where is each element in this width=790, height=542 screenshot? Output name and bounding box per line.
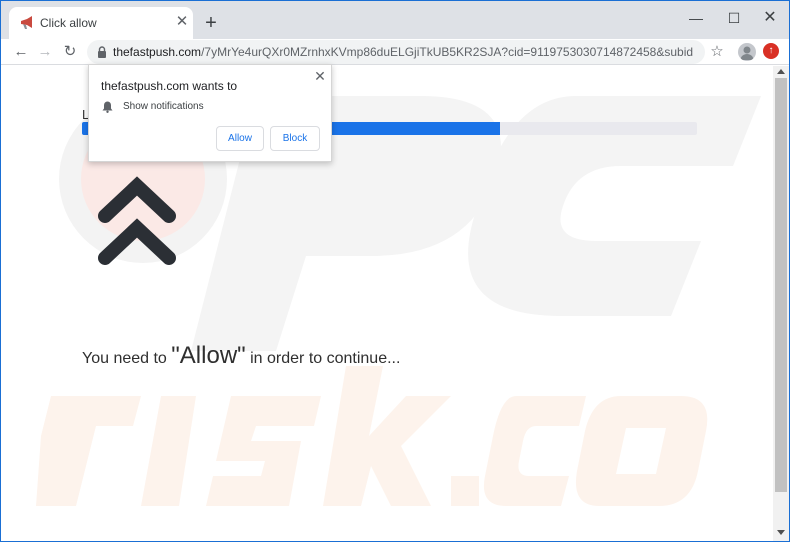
url-text[interactable]: thefastpush.com/7yMrYe4urQXr0MZrnhxKVmp8… xyxy=(113,45,693,59)
bookmark-star-icon[interactable]: ☆ xyxy=(707,42,727,62)
close-window-button[interactable]: ✕ xyxy=(755,7,785,29)
scroll-up-arrow-icon[interactable] xyxy=(777,69,785,74)
tab-click-allow[interactable]: Click allow ✕ xyxy=(9,7,193,39)
extension-icon[interactable]: ↑ xyxy=(763,43,779,59)
profile-avatar[interactable] xyxy=(738,43,756,61)
popup-close-icon[interactable]: ✕ xyxy=(312,68,328,84)
tab-title: Click allow xyxy=(40,16,97,30)
headline: You need to "Allow" in order to continue… xyxy=(82,342,400,370)
url-path: /7yMrYe4urQXr0MZrnhxKVmp86duELGjiTkUB5KR… xyxy=(201,45,693,59)
new-tab-button[interactable]: + xyxy=(201,13,221,33)
permission-text: Show notifications xyxy=(123,101,204,112)
bell-icon xyxy=(102,101,113,113)
notification-permission-popup: thefastpush.com wants to ✕ Show notifica… xyxy=(88,64,332,162)
maximize-button[interactable]: ☐ xyxy=(719,7,749,29)
tab-close-icon[interactable]: ✕ xyxy=(173,13,191,31)
megaphone-icon xyxy=(21,16,32,29)
url-host: thefastpush.com xyxy=(113,45,202,59)
block-button[interactable]: Block xyxy=(270,126,320,151)
popup-title: thefastpush.com wants to xyxy=(101,79,238,93)
scrollbar-thumb[interactable] xyxy=(775,78,787,492)
forward-arrow-icon[interactable]: → xyxy=(35,42,55,62)
headline-suffix: in order to continue... xyxy=(245,350,401,367)
scroll-down-arrow-icon[interactable] xyxy=(777,530,785,535)
address-bar[interactable]: thefastpush.com/7yMrYe4urQXr0MZrnhxKVmp8… xyxy=(87,40,705,64)
minimize-button[interactable]: — xyxy=(681,7,711,29)
back-arrow-icon[interactable]: ← xyxy=(11,42,31,62)
reload-icon[interactable]: ↻ xyxy=(60,42,80,62)
allow-button[interactable]: Allow xyxy=(216,126,264,151)
browser-toolbar: ← → ↻ thefastpush.com/7yMrYe4urQXr0MZrnh… xyxy=(1,39,789,65)
tab-strip: Click allow ✕ + — ☐ ✕ xyxy=(1,1,789,39)
headline-prefix: You need to xyxy=(82,350,172,367)
headline-emphasis: "Allow" xyxy=(171,342,246,369)
browser-window: Click allow ✕ + — ☐ ✕ ← → ↻ thefastpush.… xyxy=(0,0,790,542)
double-chevron-up-icon xyxy=(98,176,176,265)
vertical-scrollbar[interactable] xyxy=(773,66,789,541)
lock-icon xyxy=(98,46,106,58)
person-icon xyxy=(740,46,754,60)
